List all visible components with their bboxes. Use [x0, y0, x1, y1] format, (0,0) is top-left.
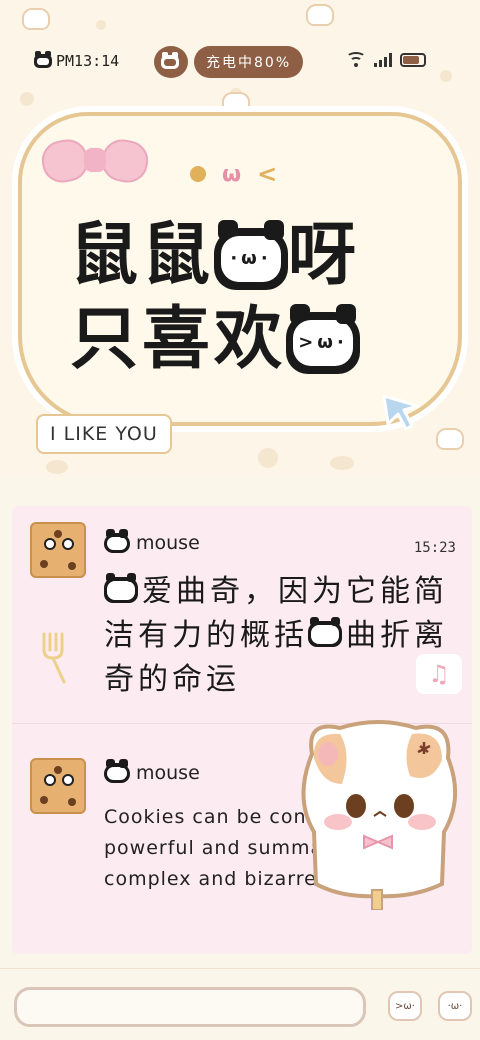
- sender-name-text: mouse: [136, 532, 200, 554]
- bow-icon: [38, 134, 152, 188]
- cat-icon: [308, 617, 342, 647]
- cat-icon: [104, 759, 130, 783]
- status-icons: [346, 52, 426, 68]
- deco-dot: [20, 92, 34, 106]
- avatar[interactable]: [30, 758, 86, 814]
- deco-cat-icon: [22, 8, 50, 30]
- music-note-icon: ♫: [416, 654, 462, 694]
- title-line-2-text: 只喜欢: [70, 300, 287, 379]
- message-time: 15:23: [413, 540, 456, 556]
- deco-cat-icon: [222, 92, 250, 114]
- status-time-text: PM13:14: [56, 52, 120, 70]
- i-like-you-tag: I LIKE YOU: [36, 414, 172, 454]
- deco-cat-icon: [436, 428, 464, 450]
- cat-icon: [34, 51, 52, 68]
- cat-sticker-button-icon[interactable]: ·ω·: [438, 991, 472, 1021]
- status-bar: PM13:14 充电中80%: [0, 44, 480, 80]
- bear-face: ω <: [190, 160, 277, 188]
- deco-dot: [96, 20, 106, 30]
- sender-name-text: mouse: [136, 762, 200, 784]
- cat-face-icon: >ω·: [286, 304, 361, 375]
- arrow-cursor-icon: [382, 394, 420, 431]
- signal-icon: [374, 53, 392, 67]
- status-time: PM13:14: [34, 51, 120, 70]
- sender-name: mouse: [104, 759, 200, 784]
- chat-message[interactable]: mouse 15:23 爱曲奇，因为它能简洁有力的概括 曲折离奇的命运 ♫: [12, 506, 472, 724]
- input-bar: >ω· ·ω·: [0, 968, 480, 1040]
- battery-icon: [400, 53, 426, 67]
- status-center: 充电中80%: [154, 46, 304, 78]
- bear-wink-icon: <: [257, 160, 278, 188]
- cat-badge-icon: [154, 46, 188, 78]
- sender-name: mouse: [104, 529, 200, 554]
- cat-icon: [104, 573, 138, 603]
- deco-dot: [330, 456, 354, 470]
- deco-dot: [258, 448, 278, 468]
- cat-sticker-icon: [301, 720, 458, 910]
- deco-dot: [46, 460, 68, 474]
- title-line-1-suffix: 呀: [288, 216, 361, 295]
- message-text: 爱曲奇，因为它能简洁有力的概括 曲折离奇的命运: [104, 570, 464, 702]
- bear-eye-icon: [190, 166, 206, 182]
- charging-status: 充电中80%: [194, 46, 304, 78]
- fork-icon: [42, 632, 66, 684]
- message-input[interactable]: [14, 987, 366, 1027]
- bear-mouth-icon: ω: [222, 161, 242, 187]
- cat-face-icon: ·ω·: [214, 220, 289, 291]
- cat-emoji-icon[interactable]: >ω·: [388, 991, 422, 1021]
- title-line-1-text: 鼠鼠: [70, 216, 215, 295]
- avatar[interactable]: [30, 522, 86, 578]
- deco-cat-icon: [306, 4, 334, 26]
- title-line-2: 只喜欢 >ω·: [70, 304, 361, 375]
- title-line-1: 鼠鼠 ·ω· 呀: [70, 220, 360, 291]
- cat-icon: [104, 529, 130, 553]
- wallpaper-header: PM13:14 充电中80% ω < 鼠鼠 ·ω· 呀 只喜欢 >ω· I LI…: [0, 0, 480, 478]
- wifi-icon: [346, 52, 366, 68]
